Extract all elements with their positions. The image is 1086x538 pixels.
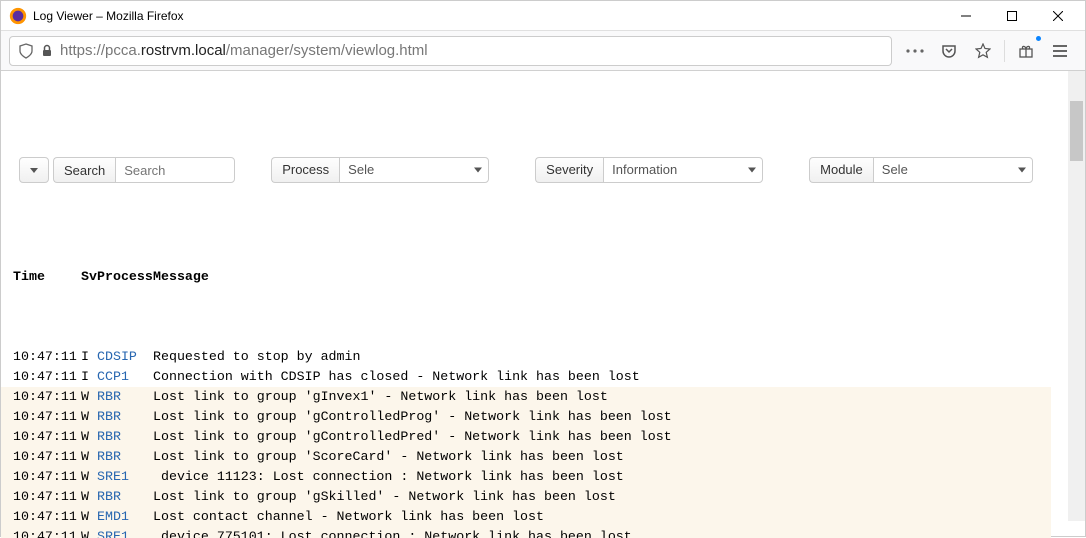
header-process: Process: [97, 267, 153, 287]
cell-process[interactable]: CDSIP: [97, 347, 153, 367]
bookmark-star-icon[interactable]: [966, 36, 1000, 66]
log-row: 10:47:11W RBR Lost link to group 'gInvex…: [1, 387, 1051, 407]
cell-process[interactable]: EMD1: [97, 507, 153, 527]
menu-icon[interactable]: [1043, 36, 1077, 66]
tracking-shield-icon[interactable]: [18, 43, 34, 59]
cell-severity: I: [81, 347, 97, 367]
cell-process[interactable]: RBR: [97, 447, 153, 467]
header-sv: Sv: [81, 267, 97, 287]
process-filter-label: Process: [271, 157, 339, 183]
log-row: 10:47:11W RBR Lost link to group 'gContr…: [1, 427, 1051, 447]
cell-severity: W: [81, 387, 97, 407]
pocket-icon[interactable]: [932, 36, 966, 66]
caret-down-icon: [748, 168, 756, 173]
cell-severity: W: [81, 407, 97, 427]
lock-icon[interactable]: [40, 44, 54, 58]
cell-message: Lost link to group 'gControlledPred' - N…: [153, 427, 1051, 447]
cell-process[interactable]: SRE1: [97, 467, 153, 487]
log-row: 10:47:11W SRE1 device 775101: Lost conne…: [1, 527, 1051, 538]
cell-time: 10:47:11: [13, 467, 81, 487]
log-row: 10:47:11W EMD1 Lost contact channel - Ne…: [1, 507, 1051, 527]
header-message: Message: [153, 267, 1051, 287]
cell-time: 10:47:11: [13, 427, 81, 447]
search-input[interactable]: [115, 157, 235, 183]
cell-process[interactable]: RBR: [97, 487, 153, 507]
options-dropdown-button[interactable]: [19, 157, 49, 183]
header-time: Time: [13, 267, 81, 287]
cell-process[interactable]: SRE1: [97, 527, 153, 538]
process-filter-select[interactable]: Sele: [339, 157, 489, 183]
cell-severity: W: [81, 507, 97, 527]
vertical-scrollbar[interactable]: [1068, 71, 1085, 521]
url-bar[interactable]: https://pcca.rostrvm.local/manager/syste…: [9, 36, 892, 66]
url-text: https://pcca.rostrvm.local/manager/syste…: [60, 42, 428, 59]
cell-message: Connection with CDSIP has closed - Netwo…: [153, 367, 1051, 387]
notification-dot: [1036, 36, 1041, 41]
cell-message: device 775101: Lost connection : Network…: [153, 527, 1051, 538]
cell-severity: W: [81, 447, 97, 467]
cell-process[interactable]: RBR: [97, 407, 153, 427]
log-row: 10:47:11W SRE1 device 11123: Lost connec…: [1, 467, 1051, 487]
filter-toolbar: Search Process Sele Severity Information…: [1, 151, 1051, 187]
titlebar: Log Viewer – Mozilla Firefox: [1, 1, 1085, 31]
caret-down-icon: [30, 168, 38, 173]
log-row: 10:47:11W RBR Lost link to group 'ScoreC…: [1, 447, 1051, 467]
severity-filter-label: Severity: [535, 157, 603, 183]
cell-message: Lost link to group 'gSkilled' - Network …: [153, 487, 1051, 507]
maximize-button[interactable]: [989, 1, 1035, 31]
scrollbar-thumb[interactable]: [1070, 101, 1083, 161]
cell-severity: W: [81, 427, 97, 447]
library-gift-icon[interactable]: [1009, 36, 1043, 66]
close-button[interactable]: [1035, 1, 1081, 31]
module-filter-label: Module: [809, 157, 873, 183]
firefox-icon: [9, 7, 27, 25]
cell-time: 10:47:11: [13, 407, 81, 427]
cell-time: 10:47:11: [13, 487, 81, 507]
cell-time: 10:47:11: [13, 347, 81, 367]
cell-severity: I: [81, 367, 97, 387]
cell-message: Lost contact channel - Network link has …: [153, 507, 1051, 527]
cell-time: 10:47:11: [13, 367, 81, 387]
cell-message: device 11123: Lost connection : Network …: [153, 467, 1051, 487]
log-header-row: TimeSvProcessMessage: [1, 267, 1051, 287]
cell-time: 10:47:11: [13, 387, 81, 407]
cell-process[interactable]: CCP1: [97, 367, 153, 387]
search-button[interactable]: Search: [53, 157, 115, 183]
cell-message: Lost link to group 'gInvex1' - Network l…: [153, 387, 1051, 407]
cell-severity: W: [81, 487, 97, 507]
cell-severity: W: [81, 527, 97, 538]
module-filter-select[interactable]: Sele: [873, 157, 1033, 183]
log-body: Search Process Sele Severity Information…: [1, 71, 1051, 538]
cell-time: 10:47:11: [13, 507, 81, 527]
caret-down-icon: [1018, 168, 1026, 173]
window-title: Log Viewer – Mozilla Firefox: [33, 9, 184, 23]
cell-time: 10:47:11: [13, 527, 81, 538]
cell-time: 10:47:11: [13, 447, 81, 467]
cell-severity: W: [81, 467, 97, 487]
cell-message: Lost link to group 'ScoreCard' - Network…: [153, 447, 1051, 467]
cell-process[interactable]: RBR: [97, 387, 153, 407]
page-actions-button[interactable]: [898, 36, 932, 66]
caret-down-icon: [474, 168, 482, 173]
log-row: 10:47:11W RBR Lost link to group 'gSkill…: [1, 487, 1051, 507]
cell-message: Lost link to group 'gControlledProg' - N…: [153, 407, 1051, 427]
minimize-button[interactable]: [943, 1, 989, 31]
log-row: 10:47:11W RBR Lost link to group 'gContr…: [1, 407, 1051, 427]
log-row: 10:47:11I CCP1 Connection with CDSIP has…: [1, 367, 1051, 387]
log-row: 10:47:11I CDSIP Requested to stop by adm…: [1, 347, 1051, 367]
cell-process[interactable]: RBR: [97, 427, 153, 447]
browser-navbar: https://pcca.rostrvm.local/manager/syste…: [1, 31, 1085, 71]
cell-message: Requested to stop by admin: [153, 347, 1051, 367]
content-area: Search Process Sele Severity Information…: [1, 71, 1085, 538]
severity-filter-select[interactable]: Information: [603, 157, 763, 183]
